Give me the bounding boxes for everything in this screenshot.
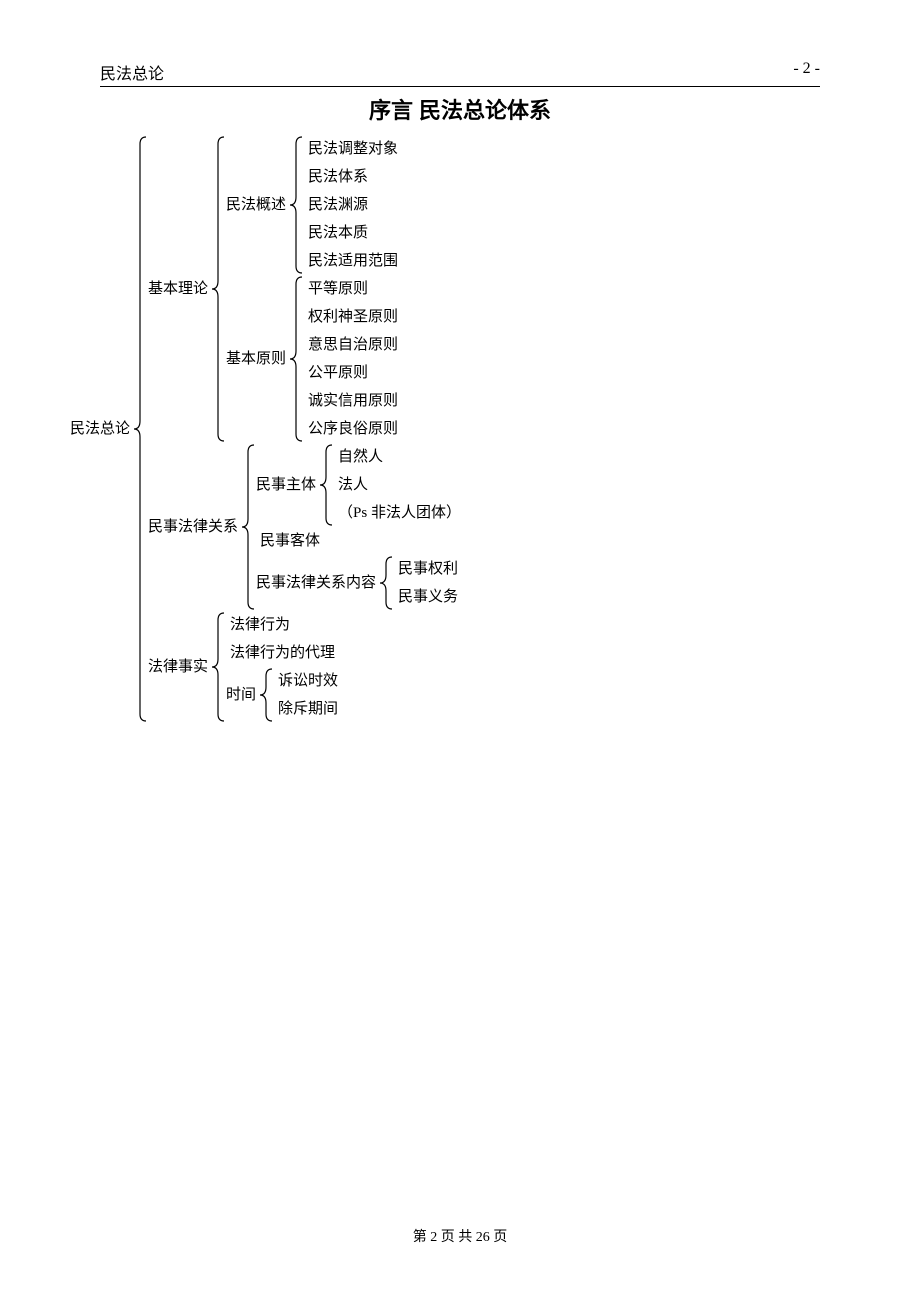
tree-node-label: 民法概述 [226, 191, 288, 219]
brace-icon [132, 136, 148, 722]
tree-leaf: 民事义务 [394, 583, 458, 611]
brace-icon [210, 136, 226, 442]
tree-leaf: （Ps 非法人团体） [334, 499, 461, 527]
brace-icon [210, 612, 226, 722]
tree-children: 自然人法人（Ps 非法人团体） [334, 443, 461, 527]
brace-icon [288, 276, 304, 442]
footer-page: 2 [430, 1230, 437, 1245]
tree-node-label: 民事法律关系 [148, 513, 240, 541]
brace-icon [258, 668, 274, 722]
tree-node-label: 法律事实 [148, 653, 210, 681]
tree-leaf: 民事客体 [256, 527, 461, 555]
tree-children: 民事主体自然人法人（Ps 非法人团体）民事客体民事法律关系内容民事权利民事义务 [256, 443, 461, 611]
header-rule [100, 86, 820, 87]
tree-leaf: 民法调整对象 [304, 135, 398, 163]
tree-node: 民事法律关系内容民事权利民事义务 [256, 555, 461, 611]
tree-node-label: 基本原则 [226, 345, 288, 373]
tree-leaf: 权利神圣原则 [304, 303, 398, 331]
tree-leaf: 平等原则 [304, 275, 398, 303]
document-title: 序言 民法总论体系 [100, 93, 820, 125]
tree-node: 民法总论基本理论民法概述民法调整对象民法体系民法渊源民法本质民法适用范围基本原则… [70, 135, 820, 723]
tree-node: 时间诉讼时效除斥期间 [226, 667, 338, 723]
tree-node: 民法概述民法调整对象民法体系民法渊源民法本质民法适用范围 [226, 135, 398, 275]
tree-leaf: 公序良俗原则 [304, 415, 398, 443]
brace-icon [288, 136, 304, 274]
tree-leaf: 民法本质 [304, 219, 398, 247]
tree-node: 民事主体自然人法人（Ps 非法人团体） [256, 443, 461, 527]
tree-children: 平等原则权利神圣原则意思自治原则公平原则诚实信用原则公序良俗原则 [304, 275, 398, 443]
tree-node: 基本理论民法概述民法调整对象民法体系民法渊源民法本质民法适用范围基本原则平等原则… [148, 135, 461, 443]
tree-leaf: 公平原则 [304, 359, 398, 387]
tree-children: 民法调整对象民法体系民法渊源民法本质民法适用范围 [304, 135, 398, 275]
tree-leaf: 法人 [334, 471, 461, 499]
tree-leaf: 除斥期间 [274, 695, 338, 723]
tree-node: 民事法律关系民事主体自然人法人（Ps 非法人团体）民事客体民事法律关系内容民事权… [148, 443, 461, 611]
tree-node-label: 民事法律关系内容 [256, 569, 378, 597]
tree-leaf: 民事权利 [394, 555, 458, 583]
tree-node-label: 基本理论 [148, 275, 210, 303]
header: 民法总论 - 2 - [100, 60, 820, 86]
tree-leaf: 民法体系 [304, 163, 398, 191]
tree-node: 法律事实法律行为法律行为的代理时间诉讼时效除斥期间 [148, 611, 461, 723]
brace-icon [378, 556, 394, 610]
footer-mid: 页 共 [441, 1230, 473, 1245]
tree-children: 民事权利民事义务 [394, 555, 458, 611]
tree-leaf: 法律行为的代理 [226, 639, 338, 667]
tree-children: 法律行为法律行为的代理时间诉讼时效除斥期间 [226, 611, 338, 723]
brace-icon [240, 444, 256, 610]
concept-tree: 民法总论基本理论民法概述民法调整对象民法体系民法渊源民法本质民法适用范围基本原则… [70, 135, 820, 723]
footer-prefix: 第 [413, 1230, 427, 1245]
page: 民法总论 - 2 - 序言 民法总论体系 民法总论基本理论民法概述民法调整对象民… [0, 0, 920, 1302]
tree-children: 民法概述民法调整对象民法体系民法渊源民法本质民法适用范围基本原则平等原则权利神圣… [226, 135, 398, 443]
tree-node: 基本原则平等原则权利神圣原则意思自治原则公平原则诚实信用原则公序良俗原则 [226, 275, 398, 443]
brace-icon [318, 444, 334, 526]
tree-leaf: 诉讼时效 [274, 667, 338, 695]
tree-leaf: 民法适用范围 [304, 247, 398, 275]
footer-total: 26 [476, 1230, 490, 1245]
header-right: - 2 - [793, 60, 820, 84]
header-left: 民法总论 [100, 60, 164, 84]
tree-children: 基本理论民法概述民法调整对象民法体系民法渊源民法本质民法适用范围基本原则平等原则… [148, 135, 461, 723]
page-footer: 第 2 页 共 26 页 [0, 1226, 920, 1246]
tree-leaf: 意思自治原则 [304, 331, 398, 359]
tree-leaf: 诚实信用原则 [304, 387, 398, 415]
tree-leaf: 自然人 [334, 443, 461, 471]
footer-suffix: 页 [493, 1230, 507, 1245]
tree-leaf: 民法渊源 [304, 191, 398, 219]
tree-node-label: 民事主体 [256, 471, 318, 499]
tree-node-label: 时间 [226, 681, 258, 709]
tree-node-label: 民法总论 [70, 415, 132, 443]
tree-leaf: 法律行为 [226, 611, 338, 639]
tree-children: 诉讼时效除斥期间 [274, 667, 338, 723]
